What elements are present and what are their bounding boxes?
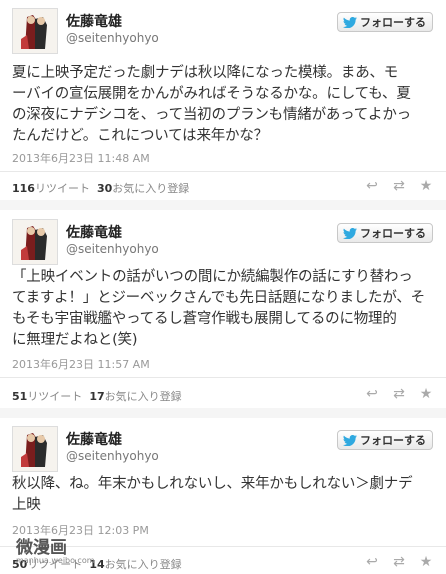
star-icon[interactable]: ★ xyxy=(418,178,434,194)
tweet-timestamp[interactable]: 2013年6月23日 11:48 AM xyxy=(12,150,150,166)
divider xyxy=(0,377,446,378)
follow-button[interactable]: フォローする xyxy=(337,12,433,32)
tweet-card: 佐藤竜雄 @seitenhyohyo フォローする 「上映イベントの話がいつの間… xyxy=(0,211,446,411)
tweet-card: 佐藤竜雄 @seitenhyohyo フォローする 夏に上映予定だった劇ナデは秋… xyxy=(0,0,446,205)
user-name[interactable]: 佐藤竜雄 xyxy=(66,11,122,31)
favorite-count-label: お気に入り登録 xyxy=(104,558,182,571)
star-icon[interactable]: ★ xyxy=(418,386,434,402)
avatar[interactable] xyxy=(12,8,58,54)
avatar[interactable] xyxy=(12,219,58,265)
favorite-count-label: お気に入り登録 xyxy=(112,182,190,195)
tweet-timestamp[interactable]: 2013年6月23日 11:57 AM xyxy=(12,356,150,372)
favorite-count[interactable]: 17 xyxy=(89,390,104,403)
avatar[interactable] xyxy=(12,426,58,472)
tweet-gap xyxy=(0,408,446,418)
divider xyxy=(0,171,446,172)
reply-icon[interactable]: ↩ xyxy=(364,554,380,570)
twitter-bird-icon xyxy=(343,16,357,28)
retweet-icon[interactable]: ⇄ xyxy=(391,386,407,402)
follow-label: フォローする xyxy=(360,227,426,240)
watermark-main: 微漫画 xyxy=(16,538,67,558)
tweet-gap xyxy=(0,200,446,210)
favorite-count-label: お気に入り登録 xyxy=(104,390,182,403)
tweet-text: 夏に上映予定だった劇ナデは秋以降になった模様。まあ、モ ーバイの宣伝展開をかんが… xyxy=(12,65,411,144)
tweet-actions: ↩ ⇄ ★ xyxy=(364,386,434,402)
follow-label: フォローする xyxy=(360,434,426,447)
tweet-stats: 51リツイート 17お気に入り登録 xyxy=(12,388,182,404)
weibo-manhua-watermark: 微漫画 manhua.weibo.com xyxy=(16,533,95,565)
tweet-stats: 116リツイート 30お気に入り登録 xyxy=(12,180,189,196)
tweet-text: 秋以降、ね。年末かもしれないし、来年かもしれない＞劇ナデ 上映 xyxy=(12,476,413,513)
tweet-text: 「上映イベントの話がいつの間にか続編製作の話にすり替わっ てますよ！」とジーベッ… xyxy=(12,269,425,348)
favorite-count[interactable]: 30 xyxy=(97,182,112,195)
star-icon[interactable]: ★ xyxy=(418,554,434,570)
retweet-icon[interactable]: ⇄ xyxy=(391,178,407,194)
reply-icon[interactable]: ↩ xyxy=(364,178,380,194)
user-name[interactable]: 佐藤竜雄 xyxy=(66,222,122,242)
user-handle[interactable]: @seitenhyohyo xyxy=(66,242,159,256)
user-handle[interactable]: @seitenhyohyo xyxy=(66,31,159,45)
twitter-bird-icon xyxy=(343,227,357,239)
tweet-actions: ↩ ⇄ ★ xyxy=(364,554,434,570)
retweet-count-label: リツイート xyxy=(34,182,90,195)
tweet-actions: ↩ ⇄ ★ xyxy=(364,178,434,194)
user-name[interactable]: 佐藤竜雄 xyxy=(66,429,122,449)
user-handle[interactable]: @seitenhyohyo xyxy=(66,449,159,463)
follow-button[interactable]: フォローする xyxy=(337,430,433,450)
retweet-count[interactable]: 51 xyxy=(12,390,27,403)
retweet-count-label: リツイート xyxy=(27,390,83,403)
reply-icon[interactable]: ↩ xyxy=(364,386,380,402)
watermark-sub: manhua.weibo.com xyxy=(16,556,95,565)
retweet-count[interactable]: 116 xyxy=(12,182,35,195)
follow-label: フォローする xyxy=(360,16,426,29)
retweet-icon[interactable]: ⇄ xyxy=(391,554,407,570)
follow-button[interactable]: フォローする xyxy=(337,223,433,243)
twitter-bird-icon xyxy=(343,434,357,446)
